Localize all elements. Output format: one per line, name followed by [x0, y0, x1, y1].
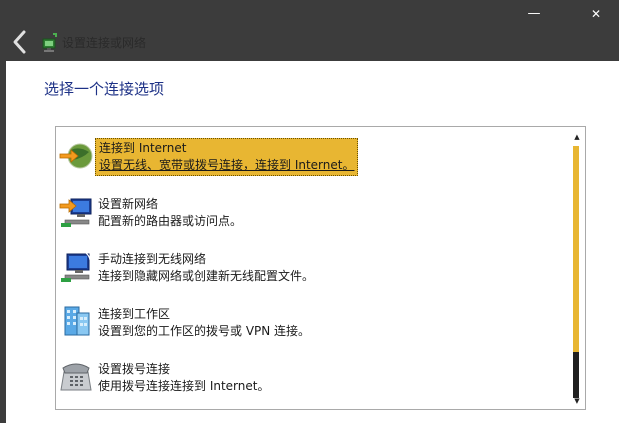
option-title: 连接到 Internet — [99, 141, 187, 155]
option-manual-wireless[interactable]: 手动连接到无线网络 连接到隐藏网络或创建新无线配置文件。 — [59, 241, 569, 291]
option-text: 连接到 Internet 设置无线、宽带或拨号连接，连接到 Internet。 — [95, 138, 359, 176]
wireless-network-icon — [61, 250, 91, 282]
window-left-border — [0, 61, 6, 423]
option-title: 手动连接到无线网络 — [98, 252, 207, 266]
option-new-network[interactable]: 设置新网络 配置新的路由器或访问点。 — [59, 186, 569, 236]
option-dialup[interactable]: 设置拨号连接 使用拨号连接连接到 Internet。 — [59, 351, 569, 401]
page-heading: 选择一个连接选项 — [44, 80, 165, 98]
new-network-icon — [59, 198, 92, 227]
option-text: 连接到工作区 设置到您的工作区的拨号或 VPN 连接。 — [95, 304, 313, 342]
option-description: 配置新的路由器或访问点。 — [98, 214, 243, 228]
wizard-title: 设置连接或网络 — [62, 36, 147, 50]
option-description: 使用拨号连接连接到 Internet。 — [98, 379, 270, 393]
option-description: 设置无线、宽带或拨号连接，连接到 Internet。 — [99, 158, 355, 172]
back-arrow-icon — [13, 30, 26, 54]
scrollbar-thumb[interactable] — [573, 352, 579, 398]
back-button[interactable] — [8, 28, 34, 56]
vertical-scrollbar[interactable]: ▲ ▼ — [570, 128, 584, 408]
option-connect-internet[interactable]: 连接到 Internet 设置无线、宽带或拨号连接，连接到 Internet。 — [59, 131, 569, 181]
option-text: 设置拨号连接 使用拨号连接连接到 Internet。 — [95, 359, 272, 397]
network-wizard-icon — [42, 33, 57, 52]
option-description: 连接到隐藏网络或创建新无线配置文件。 — [98, 269, 315, 283]
option-title: 设置新网络 — [98, 197, 159, 211]
dialup-phone-icon — [60, 363, 92, 391]
scroll-up-arrow-icon[interactable]: ▲ — [570, 130, 584, 144]
connection-options-list[interactable]: 连接到 Internet 设置无线、宽带或拨号连接，连接到 Internet。 … — [55, 126, 586, 410]
option-text: 设置新网络 配置新的路由器或访问点。 — [95, 194, 245, 232]
option-text: 手动连接到无线网络 连接到隐藏网络或创建新无线配置文件。 — [95, 249, 317, 287]
minimize-button[interactable]: — — [522, 4, 546, 24]
close-button[interactable]: ✕ — [584, 4, 608, 24]
option-connect-workplace[interactable]: 连接到工作区 设置到您的工作区的拨号或 VPN 连接。 — [59, 296, 569, 346]
option-description: 设置到您的工作区的拨号或 VPN 连接。 — [98, 324, 311, 338]
scroll-down-arrow-icon[interactable]: ▼ — [570, 394, 584, 408]
workplace-building-icon — [64, 306, 90, 336]
globe-network-icon — [59, 143, 93, 169]
option-title: 设置拨号连接 — [98, 362, 171, 376]
option-title: 连接到工作区 — [98, 307, 171, 321]
